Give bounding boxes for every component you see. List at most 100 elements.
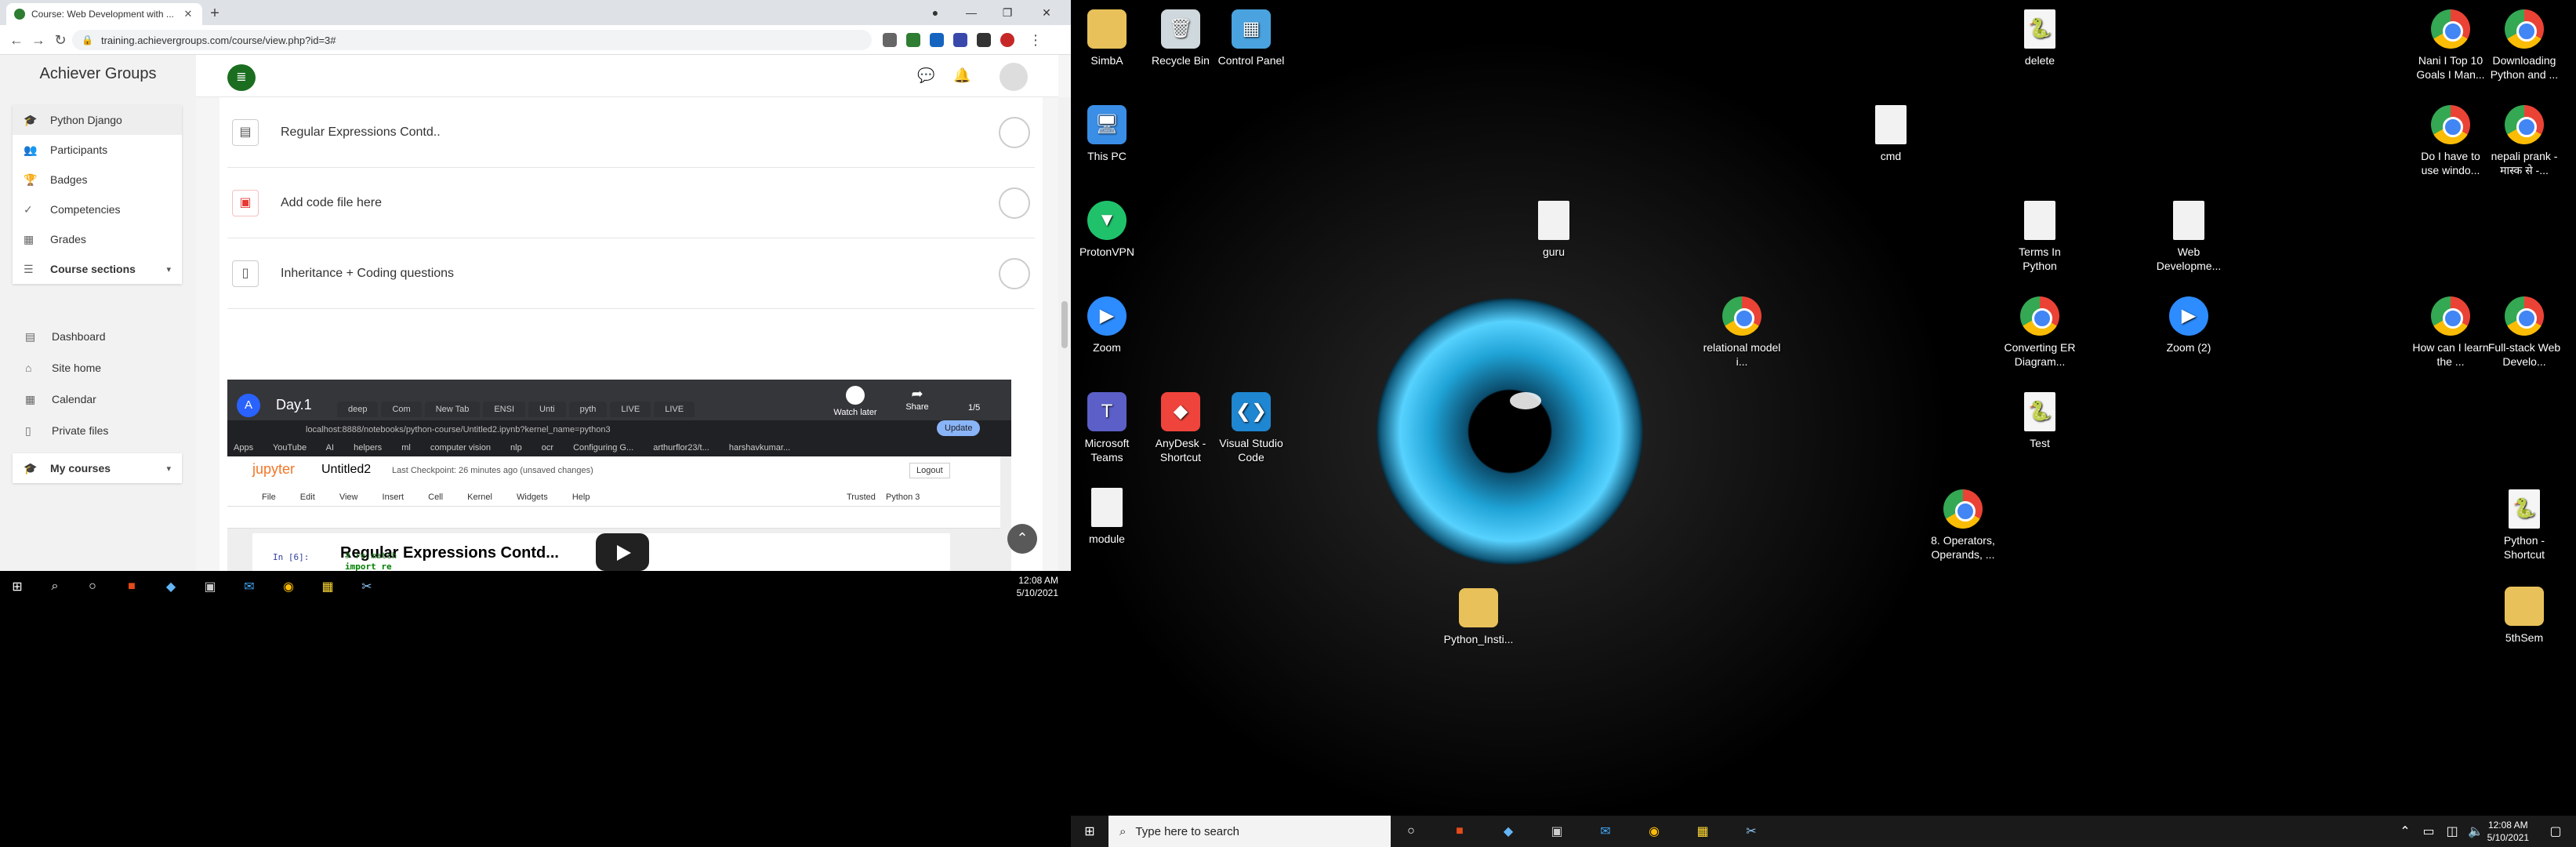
extension-icon[interactable] <box>883 33 897 47</box>
nav-item-badges[interactable]: 🏆 Badges <box>13 165 182 194</box>
activity-title[interactable]: Inheritance + Coding questions <box>281 267 999 281</box>
bell-icon[interactable]: 🔔 <box>953 67 971 85</box>
desktop-icon[interactable]: Converting ER Diagram... <box>2001 296 2079 369</box>
back-button[interactable]: ← <box>8 31 25 49</box>
nav-item-grades[interactable]: ▦ Grades <box>13 224 182 254</box>
windows-start-icon[interactable]: ⊞ <box>8 577 27 596</box>
chrome-taskbar-icon[interactable]: ◉ <box>279 577 298 596</box>
profile-circle-icon[interactable]: ● <box>917 0 953 25</box>
extension-icon[interactable] <box>953 33 967 47</box>
nav-item-calendar[interactable]: ▦ Calendar <box>25 384 96 414</box>
desktop-icon[interactable]: Downloading Python and ... <box>2485 9 2563 82</box>
completion-checkbox[interactable] <box>999 116 1030 148</box>
desktop-icon[interactable]: guru <box>1515 201 1593 259</box>
forward-button[interactable]: → <box>30 31 47 49</box>
desktop-icon[interactable]: Python_Insti... <box>1439 588 1518 646</box>
activity-title[interactable]: Add code file here <box>281 196 999 210</box>
desktop-icon[interactable]: ▼ ProtonVPN <box>1071 201 1146 259</box>
nav-item-course-sections[interactable]: ☰ Course sections ▾ <box>13 254 182 284</box>
left-clock[interactable]: 12:08 AM 5/10/2021 <box>1017 574 1058 599</box>
windows-start-icon[interactable]: ⊞ <box>1080 822 1099 841</box>
close-window-button[interactable]: ✕ <box>1029 0 1065 25</box>
desktop-icon[interactable]: ❮❯ Visual Studio Code <box>1212 392 1290 464</box>
task-view-icon[interactable]: ○ <box>1402 822 1420 841</box>
snipping-tool-icon[interactable]: ✂ <box>357 577 376 596</box>
desktop-icon[interactable]: relational model i... <box>1703 296 1781 369</box>
snipping-tool-icon[interactable]: ✂ <box>1742 822 1761 841</box>
extension-icon[interactable] <box>906 33 920 47</box>
taskbar-search-box[interactable]: ⌕ Type here to search <box>1108 816 1391 847</box>
desktop-icon[interactable]: 5thSem <box>2485 587 2563 645</box>
completion-checkbox[interactable] <box>999 187 1030 219</box>
browser-menu-icon[interactable]: ⋮ <box>1027 31 1044 49</box>
desktop-icon[interactable]: nepali prank - मास्क से -... <box>2485 105 2563 177</box>
activity-title[interactable]: Regular Expressions Contd.. <box>281 125 999 140</box>
activity-row[interactable]: ▯ Inheritance + Coding questions <box>227 238 1035 309</box>
desktop-icon[interactable]: module <box>1071 488 1146 546</box>
watch-later-button[interactable]: Watch later <box>828 386 883 417</box>
profile-avatar-icon[interactable] <box>1000 33 1014 47</box>
nav-item-participants[interactable]: 👥 Participants <box>13 135 182 165</box>
desktop-icon[interactable]: Do I have to use windo... <box>2411 105 2490 177</box>
nav-item-private-files[interactable]: ▯ Private files <box>25 416 108 445</box>
vpn-app-icon[interactable]: ◆ <box>161 577 180 596</box>
nav-item-dashboard[interactable]: ▤ Dashboard <box>25 322 106 351</box>
scroll-to-top-button[interactable]: ⌃ <box>1007 524 1037 554</box>
right-clock[interactable]: 12:08 AM 5/10/2021 <box>2487 819 2529 844</box>
desktop-icon[interactable]: ◆ AnyDesk - Shortcut <box>1141 392 1220 464</box>
puzzle-icon[interactable] <box>977 33 991 47</box>
store-icon[interactable]: ▣ <box>201 577 220 596</box>
new-tab-button[interactable]: + <box>205 5 224 24</box>
app-taskbar-icon[interactable]: ▦ <box>318 577 337 596</box>
nav-item-site-home[interactable]: ⌂ Site home <box>25 353 101 383</box>
app-taskbar-icon[interactable]: ▦ <box>1693 822 1712 841</box>
embedded-video-player[interactable]: A Day.1 deep Com New Tab ENSI Unti pyth … <box>227 380 1011 571</box>
desktop-icon[interactable]: 🖥 This PC <box>1071 105 1146 163</box>
network-icon[interactable]: ◫ <box>2443 822 2462 841</box>
desktop-icon[interactable]: SimbA <box>1071 9 1146 67</box>
user-avatar[interactable] <box>1000 63 1028 91</box>
video-title[interactable]: Day.1 <box>276 397 312 413</box>
browser-tab[interactable]: Course: Web Development with ... ✕ <box>6 3 202 25</box>
minimize-button[interactable]: — <box>953 0 989 25</box>
desktop-icon[interactable]: Nani I Top 10 Goals I Man... <box>2411 9 2490 82</box>
notification-icon[interactable]: ▢ <box>2546 822 2565 841</box>
nav-item-my-courses[interactable]: 🎓 My courses ▾ <box>13 453 182 483</box>
page-scrollbar[interactable] <box>1058 97 1071 571</box>
nav-item-competencies[interactable]: ✓ Competencies <box>13 194 182 224</box>
task-view-icon[interactable]: ○ <box>83 577 102 596</box>
desktop-icon[interactable]: 8. Operators, Operands, ... <box>1924 489 2002 562</box>
play-button[interactable] <box>596 533 649 571</box>
messages-icon[interactable]: 💬 <box>917 67 934 85</box>
desktop-icon[interactable]: How can I learn the ... <box>2411 296 2490 369</box>
office-icon[interactable]: ■ <box>122 577 141 596</box>
desktop-icon[interactable]: 🗑 Recycle Bin <box>1141 9 1220 67</box>
menu-toggle-button[interactable]: ≣ <box>227 64 256 91</box>
store-icon[interactable]: ▣ <box>1547 822 1566 841</box>
desktop-icon[interactable]: Web Developme... <box>2150 201 2228 273</box>
omnibox[interactable]: 🔒 training.achievergroups.com/course/vie… <box>72 30 872 50</box>
desktop-icon[interactable]: cmd <box>1852 105 1930 163</box>
desktop-icon[interactable]: ▦ Control Panel <box>1212 9 1290 67</box>
tray-chevron-icon[interactable]: ⌃ <box>2396 822 2415 841</box>
restore-button[interactable]: ❐ <box>989 0 1025 25</box>
nav-item-course[interactable]: 🎓 Python Django <box>13 105 182 135</box>
extension-icon[interactable] <box>930 33 944 47</box>
activity-row[interactable]: ▣ Add code file here <box>227 168 1035 238</box>
reload-button[interactable]: ↻ <box>52 31 69 49</box>
share-button[interactable]: ➦ Share <box>898 386 937 412</box>
site-name[interactable]: Achiever Groups <box>0 55 196 93</box>
desktop-icon[interactable]: 🐍 Python - Shortcut <box>2485 489 2563 562</box>
battery-icon[interactable]: ▭ <box>2419 822 2438 841</box>
desktop-icon[interactable]: ▶ Zoom (2) <box>2150 296 2228 354</box>
scrollbar-thumb[interactable] <box>1061 301 1068 348</box>
desktop-icon[interactable]: Full-stack Web Develo... <box>2485 296 2563 369</box>
desktop-icon[interactable]: Terms In Python <box>2001 201 2079 273</box>
vpn-app-icon[interactable]: ◆ <box>1499 822 1518 841</box>
desktop-icon[interactable]: T Microsoft Teams <box>1071 392 1146 464</box>
office-icon[interactable]: ■ <box>1450 822 1469 841</box>
volume-icon[interactable]: 🔈 <box>2466 822 2485 841</box>
activity-row[interactable]: ▤ Regular Expressions Contd.. <box>227 97 1035 168</box>
search-icon[interactable]: ⌕ <box>45 577 64 596</box>
desktop-icon[interactable]: ▶ Zoom <box>1071 296 1146 354</box>
